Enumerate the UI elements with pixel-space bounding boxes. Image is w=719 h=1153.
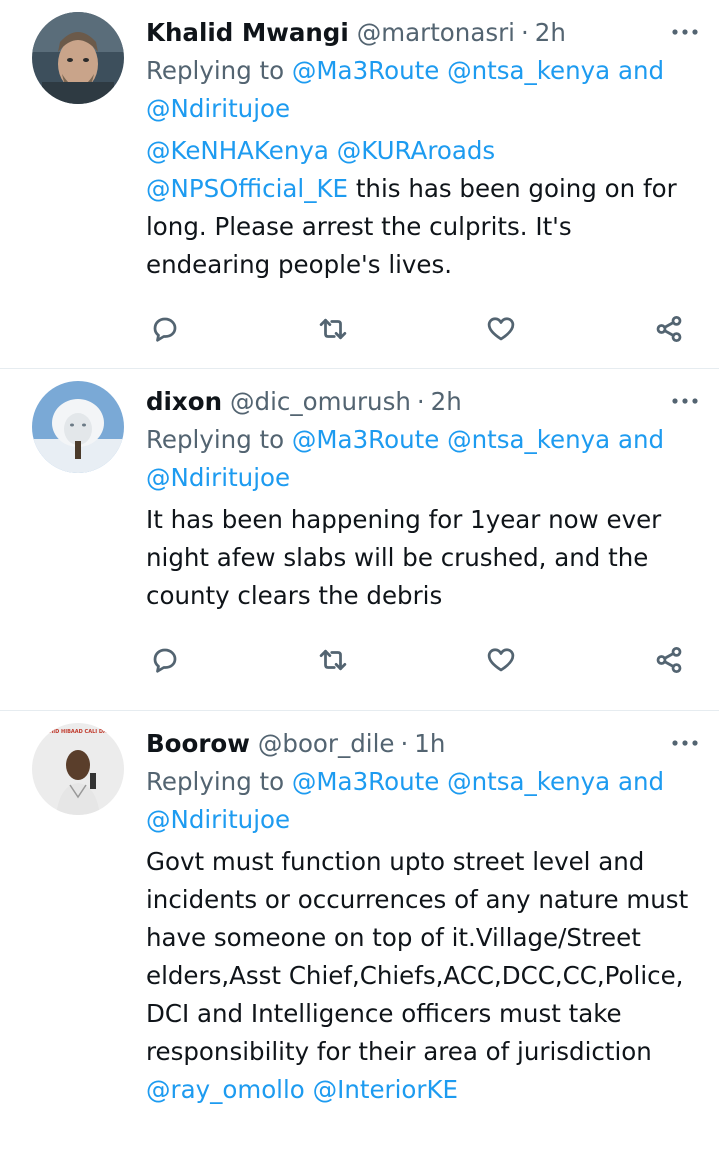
author-handle[interactable]: @martonasri bbox=[357, 18, 515, 47]
share-button[interactable] bbox=[652, 312, 686, 346]
replying-to-label: Replying to bbox=[146, 767, 285, 796]
mention-link[interactable]: @Ndiritujoe bbox=[146, 463, 290, 492]
mention-link[interactable]: @InteriorKE bbox=[313, 1075, 458, 1104]
tweet-text: It has been happening for 1year now ever… bbox=[146, 501, 701, 615]
replying-and[interactable]: and bbox=[618, 767, 664, 796]
tweet-header: Khalid Mwangi @martonasri · 2h bbox=[146, 12, 701, 52]
avatar[interactable] bbox=[32, 12, 124, 104]
tweet[interactable]: Khalid Mwangi @martonasri · 2h Replying … bbox=[0, 0, 719, 369]
more-horizontal-icon bbox=[672, 740, 698, 746]
tweet[interactable]: SHAHID HIBAAD CALI DASAN Boorow @boor_di… bbox=[0, 711, 719, 1153]
author-handle[interactable]: @dic_omurush bbox=[230, 387, 411, 416]
tweet-header: Boorow @boor_dile · 1h bbox=[146, 723, 701, 763]
mention-link[interactable]: @ray_omollo bbox=[146, 1075, 305, 1104]
tweet-body-text: Govt must function upto street level and… bbox=[146, 847, 689, 1066]
mention-link[interactable]: @KeNHAKenya bbox=[146, 136, 329, 165]
more-horizontal-icon bbox=[672, 29, 698, 35]
reply-button[interactable] bbox=[148, 643, 182, 677]
author-handle[interactable]: @boor_dile bbox=[258, 729, 395, 758]
replying-to: Replying to @Ma3Route @ntsa_kenya and @N… bbox=[146, 763, 701, 839]
mention-link[interactable]: @Ma3Route bbox=[292, 56, 439, 85]
share-button[interactable] bbox=[652, 643, 686, 677]
avatar[interactable] bbox=[32, 381, 124, 473]
tweet-text: @KeNHAKenya @KURAroads @NPSOfficial_KE t… bbox=[146, 132, 701, 284]
avatar[interactable]: SHAHID HIBAAD CALI DASAN bbox=[32, 723, 124, 815]
separator-dot: · bbox=[416, 386, 425, 416]
more-options-button[interactable] bbox=[669, 385, 701, 417]
mention-link[interactable]: @NPSOfficial_KE bbox=[146, 174, 348, 203]
replying-to-label: Replying to bbox=[146, 425, 285, 454]
tweet-actions bbox=[146, 643, 686, 677]
tweet-header: dixon @dic_omurush · 2h bbox=[146, 381, 701, 421]
mention-link[interactable]: @ntsa_kenya bbox=[447, 425, 610, 454]
replying-to-label: Replying to bbox=[146, 56, 285, 85]
reply-icon bbox=[153, 317, 177, 342]
mention-link[interactable]: @Ndiritujoe bbox=[146, 94, 290, 123]
like-heart-icon bbox=[487, 317, 515, 341]
reply-icon bbox=[153, 648, 177, 673]
retweet-button[interactable] bbox=[316, 312, 350, 346]
mention-link[interactable]: @Ma3Route bbox=[292, 425, 439, 454]
separator-dot: · bbox=[400, 728, 409, 758]
avatar-image bbox=[32, 12, 124, 104]
mention-link[interactable]: @ntsa_kenya bbox=[447, 56, 610, 85]
tweet-text: Govt must function upto street level and… bbox=[146, 843, 701, 1109]
replying-and[interactable]: and bbox=[618, 56, 664, 85]
replying-and[interactable]: and bbox=[618, 425, 664, 454]
mention-link[interactable]: @KURAroads bbox=[337, 136, 495, 165]
share-icon bbox=[656, 316, 682, 342]
tweet[interactable]: dixon @dic_omurush · 2h Replying to @Ma3… bbox=[0, 369, 719, 711]
mention-link[interactable]: @Ma3Route bbox=[292, 767, 439, 796]
like-heart-icon bbox=[487, 648, 515, 672]
timestamp[interactable]: 1h bbox=[414, 729, 445, 758]
reply-button[interactable] bbox=[148, 312, 182, 346]
more-options-button[interactable] bbox=[669, 727, 701, 759]
tweet-body-text: It has been happening for 1year now ever… bbox=[146, 505, 662, 610]
like-button[interactable] bbox=[484, 643, 518, 677]
author-name[interactable]: dixon bbox=[146, 387, 222, 416]
retweet-button[interactable] bbox=[316, 643, 350, 677]
author-name[interactable]: Boorow bbox=[146, 729, 250, 758]
share-icon bbox=[656, 647, 682, 673]
avatar-banner-text: SHAHID HIBAAD CALI DASAN bbox=[37, 729, 118, 735]
separator-dot: · bbox=[520, 17, 529, 47]
timestamp[interactable]: 2h bbox=[535, 18, 566, 47]
tweet-actions bbox=[146, 312, 686, 346]
replying-to: Replying to @Ma3Route @ntsa_kenya and @N… bbox=[146, 52, 701, 128]
replying-to: Replying to @Ma3Route @ntsa_kenya and @N… bbox=[146, 421, 701, 497]
reply-feed: Khalid Mwangi @martonasri · 2h Replying … bbox=[0, 0, 719, 1153]
more-horizontal-icon bbox=[672, 398, 698, 404]
retweet-icon bbox=[319, 318, 347, 340]
retweet-icon bbox=[319, 649, 347, 671]
mention-link[interactable]: @ntsa_kenya bbox=[447, 767, 610, 796]
more-options-button[interactable] bbox=[669, 16, 701, 48]
like-button[interactable] bbox=[484, 312, 518, 346]
timestamp[interactable]: 2h bbox=[431, 387, 462, 416]
avatar-image bbox=[32, 381, 124, 473]
mention-link[interactable]: @Ndiritujoe bbox=[146, 805, 290, 834]
avatar-image: SHAHID HIBAAD CALI DASAN bbox=[32, 723, 124, 815]
author-name[interactable]: Khalid Mwangi bbox=[146, 18, 349, 47]
